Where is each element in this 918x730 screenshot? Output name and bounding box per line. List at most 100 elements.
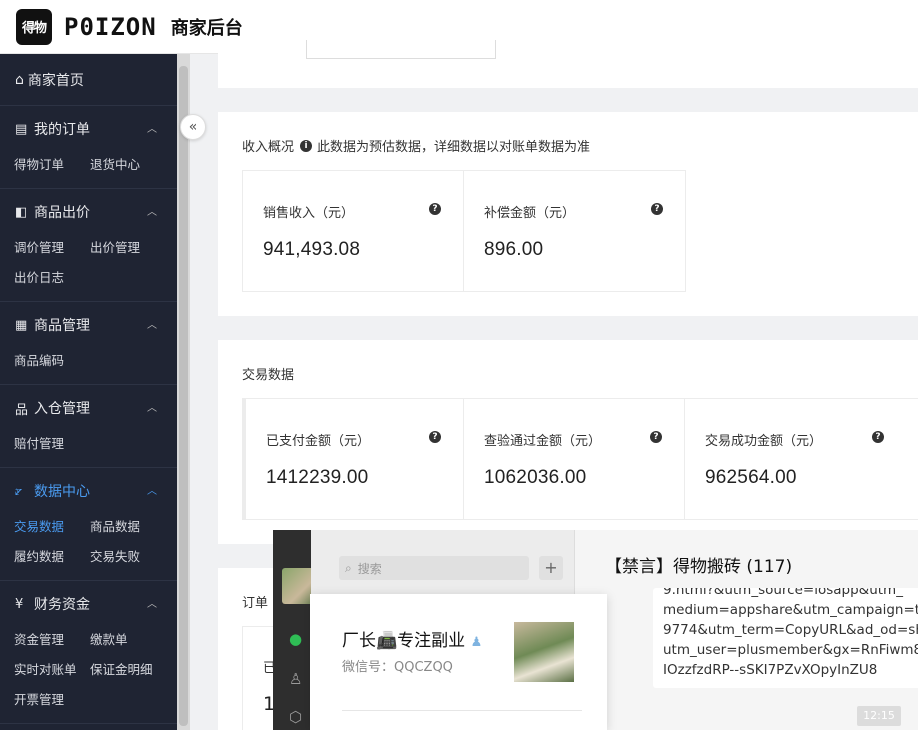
sidebar-group-header-orders[interactable]: ▤ 我的订单 ︿	[0, 106, 177, 152]
chevron-up-icon: ︿	[147, 207, 157, 218]
stat-label: 销售收入（元）	[263, 206, 355, 221]
sidebar-group-header-finance[interactable]: ¥ 财务资金 ︿	[0, 581, 177, 627]
sidebar-item-deposit-detail[interactable]: 保证金明细	[90, 657, 166, 687]
sidebar-item-label: 商家首页	[27, 72, 84, 89]
sidebar-item-bid-log[interactable]: 出价日志	[14, 265, 90, 295]
sidebar-group-header-pricing[interactable]: ◧ 商品出价 ︿	[0, 189, 177, 235]
message-line: medium=appshare&utm_campaign=t_	[663, 602, 918, 618]
help-icon[interactable]: ?	[650, 431, 662, 443]
chat-search-input[interactable]: ⌕ 搜索	[339, 556, 529, 580]
collapse-sidebar-button[interactable]: «	[180, 114, 206, 140]
sidebar-group-header-goods[interactable]: ▦ 商品管理 ︿	[0, 302, 177, 348]
divider	[342, 710, 582, 711]
sidebar-item-trade-data[interactable]: 交易数据	[14, 514, 90, 544]
stat-compensation: 补偿金额（元） ? 896.00	[464, 171, 685, 291]
sidebar-item-trade-fail[interactable]: 交易失败	[90, 544, 166, 574]
trade-title: 交易数据	[242, 364, 294, 383]
stat-paid-amount: 已支付金额（元） ? 1412239.00	[243, 399, 464, 519]
chevron-up-icon: ︿	[147, 486, 157, 497]
help-icon[interactable]: ?	[429, 203, 441, 215]
sidebar-group-orders: ▤ 我的订单 ︿ 得物订单 退货中心	[0, 106, 177, 189]
message-line: 9774&utm_term=CopyURL&ad_od=sh	[663, 622, 918, 638]
sidebar-item-home[interactable]: ⌂ 商家首页	[0, 54, 177, 106]
box-icon[interactable]: ⬡	[289, 708, 302, 726]
contact-profile-card: 厂长📠专注副业 ♟ 微信号：QQCZQQ	[310, 594, 607, 730]
stat-inspected-amount: 查验通过金额（元） ? 1062036.00	[464, 399, 685, 519]
help-icon[interactable]: ?	[651, 203, 663, 215]
sidebar-group-goods: ▦ 商品管理 ︿ 商品编码	[0, 302, 177, 385]
sidebar-scrollbar-thumb[interactable]	[179, 66, 188, 726]
message-line: IOzzfzdRP--sSKI7PZvXOpyInZU8	[663, 662, 878, 678]
sidebar-item-invoice[interactable]: 开票管理	[14, 687, 90, 717]
chevron-up-icon: ︿	[147, 320, 157, 331]
stat-value: 941,493.08	[263, 239, 361, 260]
sidebar-item-compensation[interactable]: 赔付管理	[14, 431, 90, 461]
filter-input[interactable]	[306, 40, 496, 59]
stat-label: 交易成功金额（元）	[705, 434, 823, 449]
sidebar-group-pricing: ◧ 商品出价 ︿ 调价管理 出价管理 出价日志	[0, 189, 177, 302]
sidebar-item-fulfil-data[interactable]: 履约数据	[14, 544, 90, 574]
chat-title: 【禁言】得物搬砖 (117)	[605, 557, 793, 577]
sidebar-group-label: 入仓管理	[34, 401, 90, 417]
message-bubble[interactable]: 9.html?&utm_source=iosapp&utm_ medium=ap…	[653, 588, 918, 688]
stat-value: 1062036.00	[484, 467, 587, 488]
sidebar-group-finance: ¥ 财务资金 ︿ 资金管理 缴款单 实时对账单 保证金明细 开票管理	[0, 581, 177, 724]
sidebar-item-returns[interactable]: 退货中心	[90, 152, 166, 182]
message-time: 12:15	[857, 706, 901, 726]
info-icon[interactable]: i	[300, 139, 313, 152]
sidebar-group-label: 财务资金	[34, 597, 90, 613]
income-title: 收入概况 i 此数据为预估数据，详细数据以对账单数据为准	[242, 136, 590, 155]
stat-label: 补偿金额（元）	[484, 206, 576, 221]
home-icon: ⌂	[15, 71, 24, 88]
chat-nav-bar: ● ♙ ⬡	[273, 530, 318, 730]
sidebar-item-price-adjust[interactable]: 调价管理	[14, 235, 90, 265]
add-chat-button[interactable]: +	[539, 556, 563, 580]
stat-label: 查验通过金额（元）	[484, 434, 602, 449]
trade-data-card: 交易数据 已支付金额（元） ? 1412239.00 查验通过金额（元） ? 1…	[218, 340, 918, 544]
chat-bubble-icon[interactable]: ●	[289, 630, 302, 648]
section-title: 订单	[242, 596, 269, 611]
stat-sales-income: 销售收入（元） ? 941,493.08	[243, 171, 464, 291]
contact-name: 厂长📠专注副业 ♟	[342, 626, 482, 651]
order-icon: ▤	[15, 121, 28, 137]
chevron-up-icon: ︿	[147, 599, 157, 610]
sidebar-item-realtime-statement[interactable]: 实时对账单	[14, 657, 90, 687]
sidebar-group-header-warehouse[interactable]: 品 入仓管理 ︿	[0, 385, 177, 431]
chat-conversation: 【禁言】得物搬砖 (117) 9.html?&utm_source=iosapp…	[575, 530, 918, 730]
chevron-up-icon: ︿	[147, 124, 157, 135]
stat-success-amount: 交易成功金额（元） ? 962564.00	[685, 399, 906, 519]
trade-stats: 已支付金额（元） ? 1412239.00 查验通过金额（元） ? 106203…	[242, 398, 918, 520]
sidebar-item-payment-slip[interactable]: 缴款单	[90, 627, 166, 657]
page-title: 商家后台	[170, 17, 243, 39]
sidebar-item-bid-manage[interactable]: 出价管理	[90, 235, 166, 265]
sidebar-group-data-center: ⦫ 数据中心 ︿ 交易数据 商品数据 履约数据 交易失败	[0, 468, 177, 581]
stat-value: 962564.00	[705, 467, 797, 488]
contacts-icon[interactable]: ♙	[289, 670, 302, 688]
warehouse-icon: 品	[15, 402, 29, 418]
search-placeholder: 搜索	[357, 561, 382, 576]
section-title: 交易数据	[242, 368, 295, 383]
sidebar-item-goods-code[interactable]: 商品编码	[14, 348, 90, 378]
price-icon: ◧	[15, 204, 28, 220]
contact-name-text: 厂长📠专注副业	[342, 631, 466, 651]
sidebar-item-funds[interactable]: 资金管理	[14, 627, 90, 657]
section-title: 收入概况	[242, 140, 295, 155]
sidebar-item-goods-data[interactable]: 商品数据	[90, 514, 166, 544]
sidebar-group-label: 我的订单	[34, 122, 90, 138]
order-title: 订单	[242, 592, 268, 611]
contact-avatar[interactable]	[514, 622, 574, 682]
income-overview-card: 收入概况 i 此数据为预估数据，详细数据以对账单数据为准 销售收入（元） ? 9…	[218, 112, 918, 316]
help-icon[interactable]: ?	[872, 431, 884, 443]
sidebar-group-header-data-center[interactable]: ⦫ 数据中心 ︿	[0, 468, 177, 514]
message-line: 9.html?&utm_source=iosapp&utm_	[663, 588, 903, 598]
help-icon[interactable]: ?	[429, 431, 441, 443]
poizon-brand: P0IZON	[64, 12, 157, 41]
person-icon: ♟	[470, 635, 483, 650]
chart-icon: ⦫	[15, 483, 23, 499]
sidebar: ⌂ 商家首页 ▤ 我的订单 ︿ 得物订单 退货中心 ◧ 商品出价 ︿ 调价管理 …	[0, 54, 177, 730]
search-icon: ⌕	[345, 560, 352, 575]
dewu-logo[interactable]: 得物	[16, 8, 52, 45]
contact-wechat-id: 微信号：QQCZQQ	[342, 660, 453, 675]
sidebar-item-dewu-orders[interactable]: 得物订单	[14, 152, 90, 182]
message-line: utm_user=plusmember&gx=RnFiwm8	[663, 642, 918, 658]
